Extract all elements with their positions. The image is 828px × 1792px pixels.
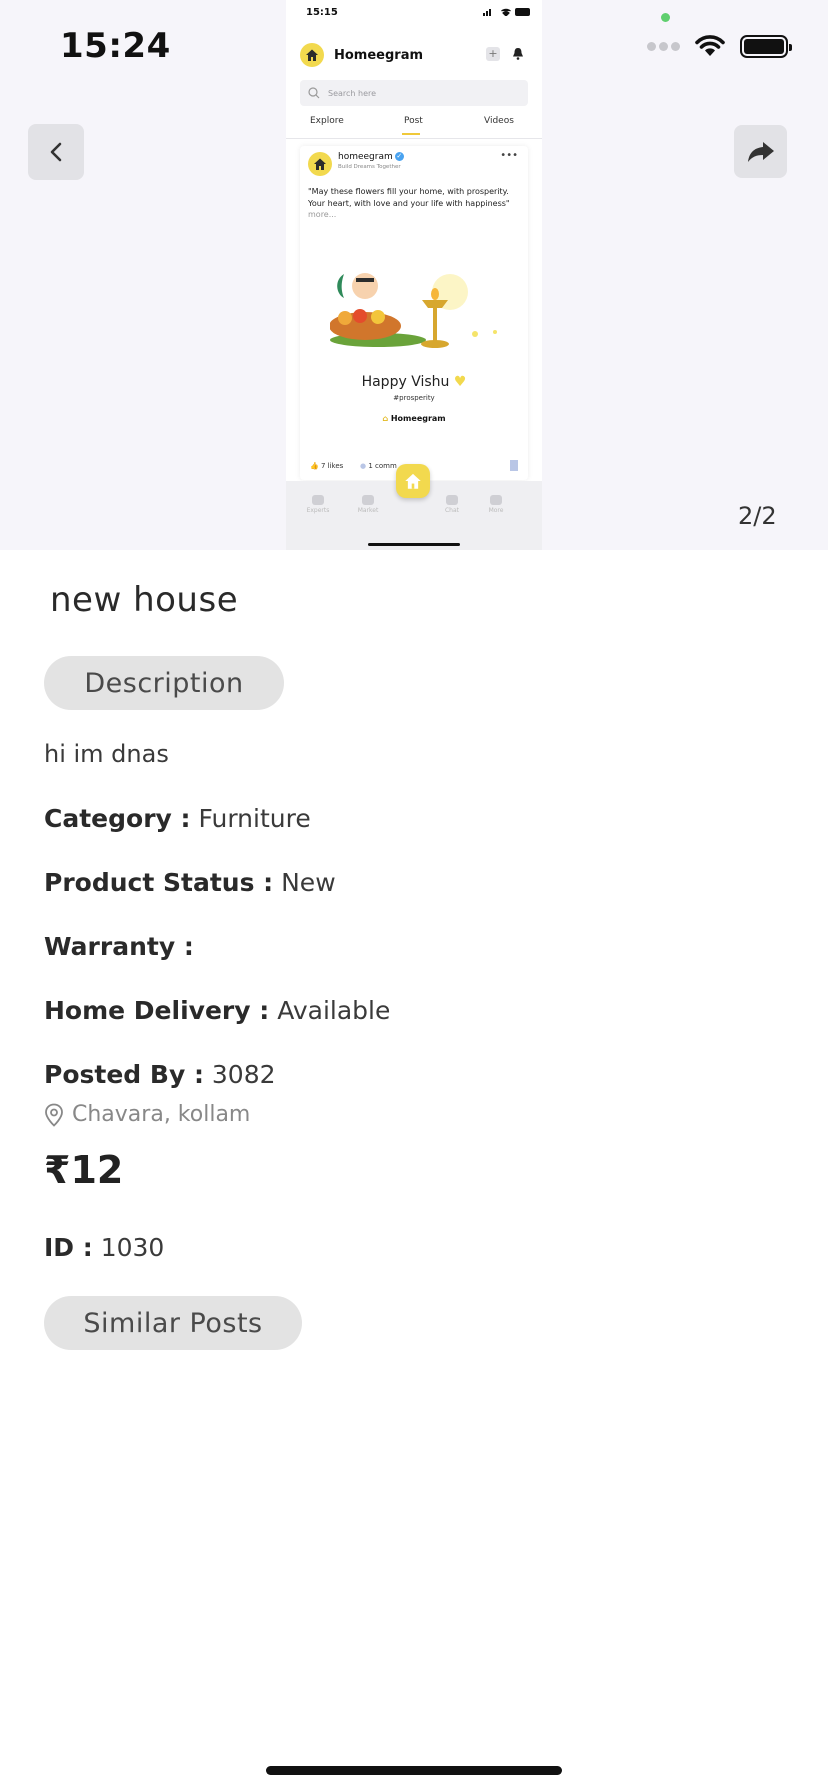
warranty-label: Warranty :: [44, 932, 194, 961]
phone-status-time: 15:15: [306, 7, 338, 18]
post-caption: "May these flowers fill your home, with …: [308, 187, 510, 208]
small-logo-icon: ⌂: [382, 414, 389, 423]
id-label: ID :: [44, 1233, 93, 1262]
phone-nav-chat-label: Chat: [444, 507, 460, 514]
posted-by-label: Posted By :: [44, 1060, 204, 1089]
home-indicator[interactable]: [266, 1766, 562, 1775]
camera-indicator-dot: [661, 13, 670, 22]
store-icon: [362, 495, 374, 505]
home-delivery-value: Available: [277, 996, 391, 1025]
comment-icon: ●: [360, 462, 367, 470]
post-headline: Happy Vishu ♥: [300, 374, 528, 390]
product-title: new house: [50, 580, 239, 620]
phone-brand-name: Homeegram: [334, 47, 424, 63]
phone-home-indicator: [368, 543, 460, 546]
warranty-row: Warranty :: [44, 932, 194, 961]
verified-check-icon: ✓: [394, 152, 404, 161]
location-pin-icon: [45, 1103, 63, 1127]
category-label: Category :: [44, 804, 191, 833]
vishu-illustration-icon: [330, 273, 497, 348]
home-fab-icon: [396, 464, 430, 498]
search-icon: [308, 87, 320, 99]
product-image[interactable]: 15:15 Homeegram + Search here Explore Po…: [286, 0, 542, 550]
post-account-name: homeegram: [338, 152, 393, 162]
phone-tab-post: Post: [404, 116, 423, 126]
phone-app-header: Homeegram +: [300, 42, 530, 68]
cellular-signal-icon: [647, 41, 680, 51]
phone-nav-more-label: More: [488, 507, 504, 514]
heart-icon: ♥: [453, 374, 467, 390]
share-arrow-icon: [747, 141, 774, 162]
phone-search-placeholder: Search here: [328, 88, 377, 98]
post-comments: ● 1 comm: [360, 462, 397, 470]
description-text: hi im dnas: [44, 740, 169, 768]
posted-by-value: 3082: [211, 1060, 276, 1089]
category-row: Category : Furniture: [44, 804, 311, 833]
more-options-icon: •••: [500, 150, 518, 161]
category-value: Furniture: [198, 804, 311, 833]
phone-tabs: Explore Post Videos: [286, 112, 542, 139]
similar-posts-button[interactable]: Similar Posts: [44, 1296, 302, 1350]
post-avatar-icon: [308, 152, 332, 176]
phone-nav-market-label: Market: [357, 507, 379, 514]
description-button[interactable]: Description: [44, 656, 284, 710]
phone-nav-experts-label: Experts: [306, 507, 330, 514]
phone-post-card: homeegram ✓ Build Dreams Together ••• "Ma…: [300, 146, 528, 480]
posted-by-row: Posted By : 3082: [44, 1060, 276, 1089]
phone-status-icons: [483, 8, 530, 16]
location-text: Chavara, kollam: [72, 1102, 251, 1127]
homeegram-logo-icon: [300, 43, 324, 67]
home-delivery-row: Home Delivery : Available: [44, 996, 390, 1025]
price: ₹12: [44, 1148, 124, 1192]
more-icon: [490, 495, 502, 505]
post-likes-text: 7 likes: [320, 462, 344, 470]
phone-tab-videos: Videos: [484, 116, 514, 126]
post-headline-text: Happy Vishu: [361, 374, 450, 390]
thumbs-up-icon: 👍: [310, 462, 319, 470]
person-icon: [312, 495, 324, 505]
phone-active-tab-indicator: [402, 133, 420, 135]
phone-nav-chat: Chat: [432, 495, 472, 514]
phone-search-bar: Search here: [300, 80, 528, 106]
status-time: 15:24: [60, 26, 171, 66]
status-icons: [647, 34, 792, 58]
post-comments-text: 1 comm: [368, 462, 397, 470]
battery-icon: [740, 34, 792, 58]
wifi-icon: [695, 35, 725, 56]
phone-nav-experts: Experts: [298, 495, 338, 514]
home-delivery-label: Home Delivery :: [44, 996, 270, 1025]
image-page-counter: 2/2: [738, 502, 777, 530]
post-likes: 👍 7 likes: [310, 462, 343, 470]
product-status-row: Product Status : New: [44, 868, 336, 897]
share-button[interactable]: [734, 125, 787, 178]
bookmark-icon: [510, 460, 518, 471]
post-wordmark: ⌂ Homeegram: [300, 414, 528, 423]
chat-icon: [446, 495, 458, 505]
product-status-label: Product Status :: [44, 868, 274, 897]
phone-nav-more: More: [476, 495, 516, 514]
post-wordmark-text: Homeegram: [390, 414, 446, 423]
post-account: homeegram ✓: [338, 152, 404, 162]
image-gallery[interactable]: 15:24 15:15 Homeegram + Search here Expl…: [0, 0, 828, 550]
phone-nav-market: Market: [348, 495, 388, 514]
bell-icon: [513, 48, 523, 60]
plus-icon: +: [486, 47, 500, 61]
product-status-value: New: [281, 868, 336, 897]
post-hashtag: #prosperity: [393, 394, 435, 402]
location: Chavara, kollam: [44, 1102, 250, 1127]
id-value: 1030: [100, 1233, 165, 1262]
post-tagline: Build Dreams Together: [338, 164, 401, 170]
id-row: ID : 1030: [44, 1233, 164, 1262]
chevron-left-icon: [50, 142, 62, 162]
phone-tab-explore: Explore: [310, 116, 344, 126]
back-button[interactable]: [28, 124, 84, 180]
post-more-link: more...: [308, 210, 337, 219]
